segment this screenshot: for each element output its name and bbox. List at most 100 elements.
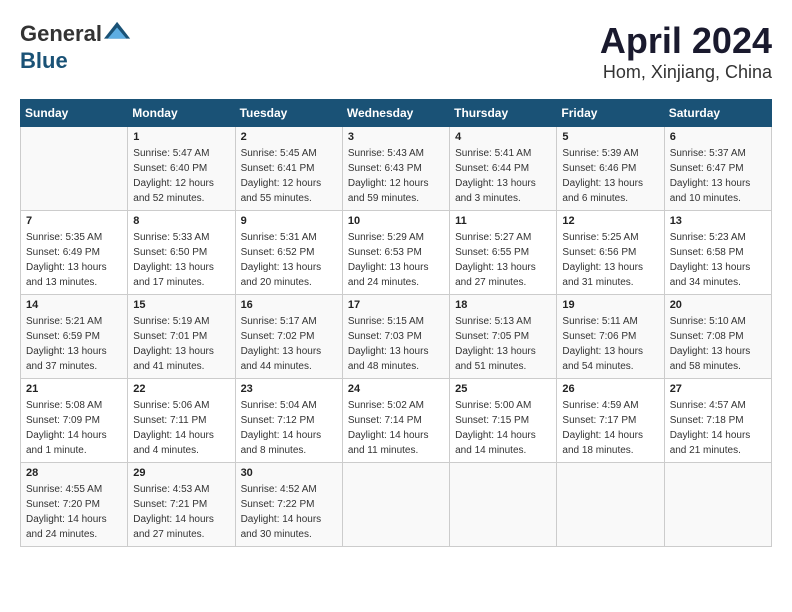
day-number: 10 xyxy=(348,215,444,227)
calendar-cell: 13Sunrise: 5:23 AMSunset: 6:58 PMDayligh… xyxy=(664,211,771,295)
day-number: 19 xyxy=(562,299,658,311)
day-number: 21 xyxy=(26,383,122,395)
day-number: 6 xyxy=(670,131,766,143)
month-title: April 2024 xyxy=(600,20,772,62)
calendar-cell: 15 Sunrise: 5:19 AMSunset: 7:01 PMDayligh… xyxy=(128,295,235,379)
day-info: Sunrise: 5:37 AMSunset: 6:47 PMDaylight:… xyxy=(670,146,766,206)
calendar-cell: 1Sunrise: 5:47 AMSunset: 6:40 PMDaylight… xyxy=(128,127,235,211)
day-info: Sunrise: 5:13 AMSunset: 7:05 PMDaylight:… xyxy=(455,314,551,374)
day-info: Sunrise: 5:06 AMSunset: 7:11 PMDaylight:… xyxy=(133,398,229,458)
calendar-cell: 27 Sunrise: 4:57 AMSunset: 7:18 PMDayligh… xyxy=(664,379,771,463)
day-info: Sunrise: 4:59 AMSunset: 7:17 PMDaylight:… xyxy=(562,398,658,458)
calendar-cell: 20Sunrise: 5:10 AMSunset: 7:08 PMDayligh… xyxy=(664,295,771,379)
day-number: 2 xyxy=(241,131,337,143)
day-header-thursday: Thursday xyxy=(450,100,557,127)
location: Hom, Xinjiang, China xyxy=(600,62,772,83)
day-number: 24 xyxy=(348,383,444,395)
day-number: 14 xyxy=(26,299,122,311)
day-info: Sunrise: 5:25 AMSunset: 6:56 PMDaylight:… xyxy=(562,230,658,290)
day-number: 9 xyxy=(241,215,337,227)
day-header-wednesday: Wednesday xyxy=(342,100,449,127)
day-number: 15 xyxy=(133,299,229,311)
calendar-cell: 8Sunrise: 5:33 AMSunset: 6:50 PMDaylight… xyxy=(128,211,235,295)
calendar-cell xyxy=(21,127,128,211)
header-row: SundayMondayTuesdayWednesdayThursdayFrid… xyxy=(21,100,772,127)
day-number: 12 xyxy=(562,215,658,227)
calendar-cell: 29 Sunrise: 4:53 AMSunset: 7:21 PMDayligh… xyxy=(128,463,235,547)
day-number: 25 xyxy=(455,383,551,395)
day-info: Sunrise: 5:47 AMSunset: 6:40 PMDaylight:… xyxy=(133,146,229,206)
calendar-cell: 26 Sunrise: 4:59 AMSunset: 7:17 PMDayligh… xyxy=(557,379,664,463)
day-info: Sunrise: 5:29 AMSunset: 6:53 PMDaylight:… xyxy=(348,230,444,290)
day-number: 16 xyxy=(241,299,337,311)
day-info: Sunrise: 5:39 AMSunset: 6:46 PMDaylight:… xyxy=(562,146,658,206)
day-number: 30 xyxy=(241,467,337,479)
day-header-sunday: Sunday xyxy=(21,100,128,127)
calendar-cell: 6 Sunrise: 5:37 AMSunset: 6:47 PMDaylight… xyxy=(664,127,771,211)
calendar-cell: 24Sunrise: 5:02 AMSunset: 7:14 PMDayligh… xyxy=(342,379,449,463)
calendar-cell: 22Sunrise: 5:06 AMSunset: 7:11 PMDayligh… xyxy=(128,379,235,463)
calendar-week-4: 21 Sunrise: 5:08 AMSunset: 7:09 PMDayligh… xyxy=(21,379,772,463)
day-number: 4 xyxy=(455,131,551,143)
calendar-cell: 28 Sunrise: 4:55 AMSunset: 7:20 PMDayligh… xyxy=(21,463,128,547)
calendar-header: SundayMondayTuesdayWednesdayThursdayFrid… xyxy=(21,100,772,127)
day-number: 18 xyxy=(455,299,551,311)
day-info: Sunrise: 5:15 AMSunset: 7:03 PMDaylight:… xyxy=(348,314,444,374)
day-info: Sunrise: 4:57 AMSunset: 7:18 PMDaylight:… xyxy=(670,398,766,458)
logo-general-text: General xyxy=(20,21,102,47)
day-number: 23 xyxy=(241,383,337,395)
day-info: Sunrise: 5:33 AMSunset: 6:50 PMDaylight:… xyxy=(133,230,229,290)
calendar-cell: 19 Sunrise: 5:11 AMSunset: 7:06 PMDayligh… xyxy=(557,295,664,379)
day-info: Sunrise: 5:17 AMSunset: 7:02 PMDaylight:… xyxy=(241,314,337,374)
calendar-cell: 4 Sunrise: 5:41 AMSunset: 6:44 PMDaylight… xyxy=(450,127,557,211)
day-info: Sunrise: 5:45 AMSunset: 6:41 PMDaylight:… xyxy=(241,146,337,206)
day-info: Sunrise: 4:53 AMSunset: 7:21 PMDaylight:… xyxy=(133,482,229,542)
calendar-cell xyxy=(342,463,449,547)
day-info: Sunrise: 5:41 AMSunset: 6:44 PMDaylight:… xyxy=(455,146,551,206)
calendar-cell: 14 Sunrise: 5:21 AMSunset: 6:59 PMDayligh… xyxy=(21,295,128,379)
calendar-cell: 25 Sunrise: 5:00 AMSunset: 7:15 PMDayligh… xyxy=(450,379,557,463)
calendar-week-5: 28 Sunrise: 4:55 AMSunset: 7:20 PMDayligh… xyxy=(21,463,772,547)
day-number: 28 xyxy=(26,467,122,479)
calendar-week-3: 14 Sunrise: 5:21 AMSunset: 6:59 PMDayligh… xyxy=(21,295,772,379)
logo-blue-text: Blue xyxy=(20,48,68,74)
day-info: Sunrise: 5:08 AMSunset: 7:09 PMDaylight:… xyxy=(26,398,122,458)
day-number: 17 xyxy=(348,299,444,311)
day-number: 7 xyxy=(26,215,122,227)
day-info: Sunrise: 5:23 AMSunset: 6:58 PMDaylight:… xyxy=(670,230,766,290)
page-header: General Blue April 2024 Hom, Xinjiang, C… xyxy=(20,20,772,83)
calendar-cell: 10 Sunrise: 5:29 AMSunset: 6:53 PMDayligh… xyxy=(342,211,449,295)
calendar-week-2: 7Sunrise: 5:35 AMSunset: 6:49 PMDaylight… xyxy=(21,211,772,295)
calendar-cell: 30Sunrise: 4:52 AMSunset: 7:22 PMDayligh… xyxy=(235,463,342,547)
calendar-cell: 7Sunrise: 5:35 AMSunset: 6:49 PMDaylight… xyxy=(21,211,128,295)
day-number: 11 xyxy=(455,215,551,227)
day-header-friday: Friday xyxy=(557,100,664,127)
day-info: Sunrise: 5:11 AMSunset: 7:06 PMDaylight:… xyxy=(562,314,658,374)
day-header-tuesday: Tuesday xyxy=(235,100,342,127)
day-info: Sunrise: 5:21 AMSunset: 6:59 PMDaylight:… xyxy=(26,314,122,374)
calendar-cell: 17 Sunrise: 5:15 AMSunset: 7:03 PMDayligh… xyxy=(342,295,449,379)
day-info: Sunrise: 5:27 AMSunset: 6:55 PMDaylight:… xyxy=(455,230,551,290)
day-number: 27 xyxy=(670,383,766,395)
day-header-monday: Monday xyxy=(128,100,235,127)
day-info: Sunrise: 5:31 AMSunset: 6:52 PMDaylight:… xyxy=(241,230,337,290)
day-info: Sunrise: 5:43 AMSunset: 6:43 PMDaylight:… xyxy=(348,146,444,206)
calendar-cell: 2 Sunrise: 5:45 AMSunset: 6:41 PMDaylight… xyxy=(235,127,342,211)
calendar-cell: 16 Sunrise: 5:17 AMSunset: 7:02 PMDayligh… xyxy=(235,295,342,379)
logo: General Blue xyxy=(20,20,132,74)
day-number: 3 xyxy=(348,131,444,143)
calendar-cell: 11 Sunrise: 5:27 AMSunset: 6:55 PMDayligh… xyxy=(450,211,557,295)
day-info: Sunrise: 4:55 AMSunset: 7:20 PMDaylight:… xyxy=(26,482,122,542)
day-number: 29 xyxy=(133,467,229,479)
day-info: Sunrise: 5:00 AMSunset: 7:15 PMDaylight:… xyxy=(455,398,551,458)
logo-icon xyxy=(104,20,132,48)
calendar-cell xyxy=(664,463,771,547)
calendar-cell: 23 Sunrise: 5:04 AMSunset: 7:12 PMDayligh… xyxy=(235,379,342,463)
calendar-cell: 9 Sunrise: 5:31 AMSunset: 6:52 PMDaylight… xyxy=(235,211,342,295)
title-block: April 2024 Hom, Xinjiang, China xyxy=(600,20,772,83)
day-info: Sunrise: 5:19 AMSunset: 7:01 PMDaylight:… xyxy=(133,314,229,374)
calendar-cell xyxy=(557,463,664,547)
day-info: Sunrise: 5:10 AMSunset: 7:08 PMDaylight:… xyxy=(670,314,766,374)
day-info: Sunrise: 5:04 AMSunset: 7:12 PMDaylight:… xyxy=(241,398,337,458)
day-number: 26 xyxy=(562,383,658,395)
